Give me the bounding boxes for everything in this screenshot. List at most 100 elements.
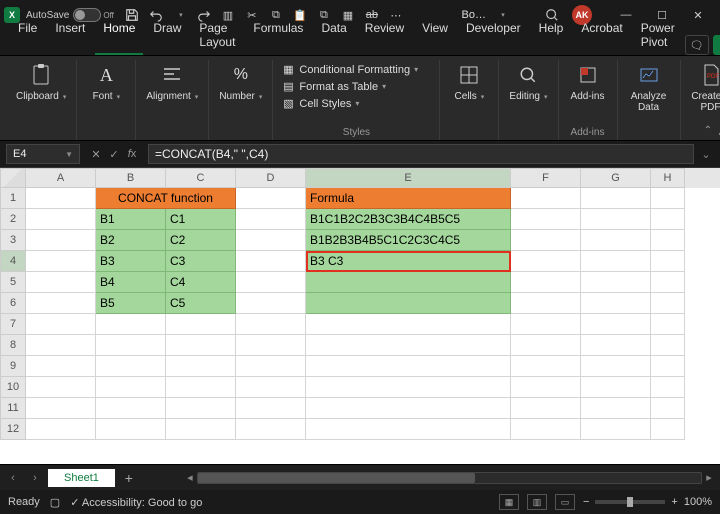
cell-H3[interactable] bbox=[651, 230, 685, 251]
row-header-3[interactable]: 3 bbox=[0, 230, 26, 251]
cell-A9[interactable] bbox=[26, 356, 96, 377]
sheet-tab-active[interactable]: Sheet1 bbox=[48, 469, 115, 487]
cell-E10[interactable] bbox=[306, 377, 511, 398]
menu-tab-help[interactable]: Help bbox=[531, 17, 572, 55]
cells-button[interactable]: Cells bbox=[448, 60, 490, 104]
cell-F5[interactable] bbox=[511, 272, 581, 293]
cell-D9[interactable] bbox=[236, 356, 306, 377]
cancel-formula-icon[interactable]: ✕ bbox=[88, 148, 104, 161]
cell-A7[interactable] bbox=[26, 314, 96, 335]
cell-D3[interactable] bbox=[236, 230, 306, 251]
cell-B6[interactable]: B5 bbox=[96, 293, 166, 314]
cell-F2[interactable] bbox=[511, 209, 581, 230]
zoom-slider[interactable] bbox=[595, 500, 665, 504]
editing-button[interactable]: Editing bbox=[507, 60, 549, 104]
cell-D5[interactable] bbox=[236, 272, 306, 293]
cell-G6[interactable] bbox=[581, 293, 651, 314]
cell-E3[interactable]: B1B2B3B4B5C1C2C3C4C5 bbox=[306, 230, 511, 251]
add-sheet-button[interactable]: + bbox=[119, 470, 139, 486]
cell-D11[interactable] bbox=[236, 398, 306, 419]
col-header-H[interactable]: H bbox=[651, 168, 685, 188]
cell-B8[interactable] bbox=[96, 335, 166, 356]
row-header-6[interactable]: 6 bbox=[0, 293, 26, 314]
cell-B10[interactable] bbox=[96, 377, 166, 398]
scroll-right-icon[interactable]: ▸ bbox=[702, 471, 716, 484]
menu-tab-file[interactable]: File bbox=[10, 17, 45, 55]
cell-F11[interactable] bbox=[511, 398, 581, 419]
format-as-table-button[interactable]: ▤Format as Table ▾ bbox=[281, 79, 431, 94]
cell-B7[interactable] bbox=[96, 314, 166, 335]
menu-tab-insert[interactable]: Insert bbox=[47, 17, 93, 55]
cell-D8[interactable] bbox=[236, 335, 306, 356]
share-button[interactable] bbox=[713, 35, 720, 55]
cell-F1[interactable] bbox=[511, 188, 581, 209]
cell-B2[interactable]: B1 bbox=[96, 209, 166, 230]
cell-A2[interactable] bbox=[26, 209, 96, 230]
cell-E9[interactable] bbox=[306, 356, 511, 377]
menu-tab-acrobat[interactable]: Acrobat bbox=[573, 17, 630, 55]
cell-E5[interactable] bbox=[306, 272, 511, 293]
cell-E8[interactable] bbox=[306, 335, 511, 356]
col-header-A[interactable]: A bbox=[26, 168, 96, 188]
col-header-G[interactable]: G bbox=[581, 168, 651, 188]
cell-H12[interactable] bbox=[651, 419, 685, 440]
cell-D2[interactable] bbox=[236, 209, 306, 230]
cell-E7[interactable] bbox=[306, 314, 511, 335]
cell-styles-button[interactable]: ▧Cell Styles ▾ bbox=[281, 96, 431, 111]
paste-button[interactable]: Clipboard bbox=[14, 60, 68, 104]
row-header-5[interactable]: 5 bbox=[0, 272, 26, 293]
cell-B5[interactable]: B4 bbox=[96, 272, 166, 293]
menu-tab-formulas[interactable]: Formulas bbox=[245, 17, 311, 55]
cell-F6[interactable] bbox=[511, 293, 581, 314]
menu-tab-draw[interactable]: Draw bbox=[145, 17, 189, 55]
collapse-ribbon-icon[interactable]: ⌃ bbox=[704, 125, 712, 136]
cell-F4[interactable] bbox=[511, 251, 581, 272]
font-button[interactable]: A Font bbox=[85, 60, 127, 104]
cell-E1[interactable]: Formula bbox=[306, 188, 511, 209]
sheet-nav-next-icon[interactable]: › bbox=[26, 472, 44, 484]
scrollbar-thumb[interactable] bbox=[198, 473, 475, 483]
expand-formula-bar-icon[interactable]: ⌄ bbox=[698, 148, 714, 161]
cell-F7[interactable] bbox=[511, 314, 581, 335]
cell-A12[interactable] bbox=[26, 419, 96, 440]
accessibility-status[interactable]: ✓ Accessibility: Good to go bbox=[70, 496, 202, 509]
cell-G2[interactable] bbox=[581, 209, 651, 230]
macro-record-icon[interactable]: ▢ bbox=[50, 496, 60, 509]
cell-F9[interactable] bbox=[511, 356, 581, 377]
enter-formula-icon[interactable]: ✓ bbox=[106, 148, 122, 161]
zoom-out-icon[interactable]: − bbox=[583, 496, 589, 508]
zoom-control[interactable]: − + 100% bbox=[583, 496, 712, 508]
cells-area[interactable]: CONCAT functionFormulaB1C1B1C1B2C2B3C3B4… bbox=[26, 188, 685, 440]
row-header-4[interactable]: 4 bbox=[0, 251, 26, 272]
addins-button[interactable]: Add-ins bbox=[567, 60, 609, 104]
create-pdf-button[interactable]: PDF Create a PDF bbox=[689, 60, 720, 115]
cell-E12[interactable] bbox=[306, 419, 511, 440]
cell-B9[interactable] bbox=[96, 356, 166, 377]
cell-G11[interactable] bbox=[581, 398, 651, 419]
menu-tab-power-pivot[interactable]: Power Pivot bbox=[633, 17, 683, 55]
cell-A5[interactable] bbox=[26, 272, 96, 293]
cell-G7[interactable] bbox=[581, 314, 651, 335]
cell-C11[interactable] bbox=[166, 398, 236, 419]
cell-H2[interactable] bbox=[651, 209, 685, 230]
cell-G4[interactable] bbox=[581, 251, 651, 272]
col-header-F[interactable]: F bbox=[511, 168, 581, 188]
toggle-icon[interactable] bbox=[73, 8, 101, 22]
cell-D4[interactable] bbox=[236, 251, 306, 272]
cell-C5[interactable]: C4 bbox=[166, 272, 236, 293]
row-header-7[interactable]: 7 bbox=[0, 314, 26, 335]
cell-A1[interactable] bbox=[26, 188, 96, 209]
cell-E2[interactable]: B1C1B2C2B3C3B4C4B5C5 bbox=[306, 209, 511, 230]
row-header-11[interactable]: 11 bbox=[0, 398, 26, 419]
cell-H7[interactable] bbox=[651, 314, 685, 335]
analyze-data-button[interactable]: Analyze Data bbox=[626, 60, 672, 115]
cell-G8[interactable] bbox=[581, 335, 651, 356]
name-box[interactable]: E4 ▼ bbox=[6, 144, 80, 164]
cell-B11[interactable] bbox=[96, 398, 166, 419]
row-header-9[interactable]: 9 bbox=[0, 356, 26, 377]
row-header-2[interactable]: 2 bbox=[0, 209, 26, 230]
cell-C6[interactable]: C5 bbox=[166, 293, 236, 314]
cell-B4[interactable]: B3 bbox=[96, 251, 166, 272]
cell-E11[interactable] bbox=[306, 398, 511, 419]
cell-G10[interactable] bbox=[581, 377, 651, 398]
